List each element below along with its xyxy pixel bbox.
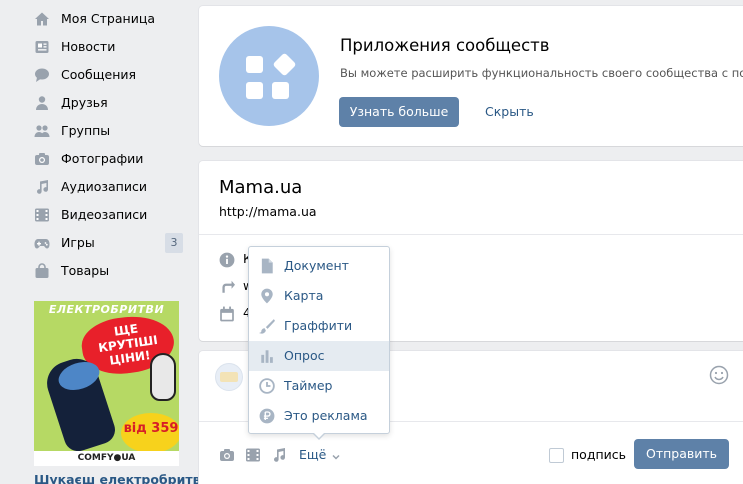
- attach-audio-music-note-icon[interactable]: [271, 447, 287, 463]
- learn-more-button[interactable]: Узнать больше: [339, 97, 459, 127]
- film-icon: [34, 207, 50, 223]
- penguin-mascot-image: [150, 353, 176, 401]
- sidebar-item-label: Новости: [61, 39, 116, 54]
- more-attachments-menu: Документ Карта Граффити Опрос Таймер Это…: [248, 246, 390, 434]
- news-icon: [34, 39, 50, 55]
- sidebar-item-messages[interactable]: Сообщения: [0, 61, 185, 89]
- sidebar-item-label: Видеозаписи: [61, 207, 148, 222]
- promo-title: Приложения сообществ: [340, 36, 550, 55]
- hide-link[interactable]: Скрыть: [485, 104, 534, 119]
- ad-banner[interactable]: ЕЛЕКТРОБРИТВИ ЩЕ КРУТІШІ ЦІНИ! від 359 C…: [34, 301, 179, 466]
- sidebar-item-label: Группы: [61, 123, 111, 138]
- sidebar-item-photos[interactable]: Фотографии: [0, 145, 185, 173]
- sidebar-item-games[interactable]: Игры 3: [0, 229, 185, 257]
- sidebar-item-goods[interactable]: Товары: [0, 257, 185, 285]
- sidebar-item-friends[interactable]: Друзья: [0, 89, 185, 117]
- menu-item-ad-mark[interactable]: Это реклама: [249, 401, 389, 431]
- ad-brand: COMFY●UA: [34, 451, 179, 466]
- menu-item-timer[interactable]: Таймер: [249, 371, 389, 401]
- sidebar-item-label: Игры: [61, 235, 95, 250]
- document-icon: [259, 258, 273, 274]
- menu-item-document[interactable]: Документ: [249, 251, 389, 281]
- emoji-smile-icon[interactable]: [709, 365, 729, 385]
- community-name: Mama.ua: [219, 177, 303, 198]
- more-attachments-link[interactable]: Ещё: [299, 447, 326, 462]
- ad-headline: ЕЛЕКТРОБРИТВИ: [48, 303, 165, 316]
- menu-item-poll[interactable]: Опрос: [249, 341, 389, 371]
- ad-price-text: від 359: [123, 421, 179, 436]
- avatar: [215, 363, 243, 391]
- sidebar-item-label: Товары: [61, 263, 110, 278]
- home-icon: [34, 11, 50, 27]
- apps-grid-icon: [219, 26, 319, 126]
- brush-icon: [259, 318, 275, 334]
- messages-icon: [34, 67, 50, 83]
- sidebar-item-audio[interactable]: Аудиозаписи: [0, 173, 185, 201]
- signature-checkbox[interactable]: [549, 448, 564, 463]
- sidebar-item-video[interactable]: Видеозаписи: [0, 201, 185, 229]
- calendar-icon: [219, 306, 234, 322]
- divider: [199, 234, 743, 235]
- community-url-link[interactable]: http://mama.ua: [219, 204, 317, 219]
- camera-icon: [34, 151, 50, 167]
- friends-icon: [34, 95, 50, 111]
- sidebar-item-label: Фотографии: [61, 151, 144, 166]
- ruble-icon: [259, 408, 275, 424]
- map-pin-icon: [259, 288, 273, 304]
- sidebar-item-news[interactable]: Новости: [0, 33, 185, 61]
- sidebar-item-label: Сообщения: [61, 67, 137, 82]
- sidebar-item-label: Друзья: [61, 95, 108, 110]
- sidebar-item-my-page[interactable]: Моя Страница: [0, 5, 185, 33]
- send-button[interactable]: Отправить: [634, 439, 729, 469]
- left-sidebar: Моя Страница Новости Сообщения Друзья Гр…: [0, 0, 216, 484]
- attach-video-film-icon[interactable]: [245, 447, 261, 463]
- info-icon: [219, 252, 235, 268]
- chevron-down-icon: [331, 450, 341, 460]
- sidebar-item-groups[interactable]: Группы: [0, 117, 185, 145]
- gamepad-icon: [34, 235, 50, 251]
- menu-pointer-arrow: [312, 432, 326, 440]
- attach-photo-camera-icon[interactable]: [219, 447, 235, 463]
- menu-item-map[interactable]: Карта: [249, 281, 389, 311]
- menu-item-graffiti[interactable]: Граффити: [249, 311, 389, 341]
- signature-label[interactable]: подпись: [571, 447, 626, 462]
- share-arrow-icon: [219, 279, 235, 293]
- timer-icon: [259, 378, 275, 394]
- promo-description: Вы можете расширить функциональность сво…: [340, 66, 743, 80]
- sidebar-item-label: Моя Страница: [61, 11, 155, 26]
- games-count-badge: 3: [165, 233, 183, 253]
- groups-icon: [34, 123, 50, 139]
- poll-icon: [259, 348, 273, 363]
- sidebar-item-label: Аудиозаписи: [61, 179, 147, 194]
- music-note-icon: [34, 179, 50, 195]
- ad-caption-link[interactable]: Шукаєш електробритву?: [34, 472, 216, 484]
- shopping-bag-icon: [34, 263, 50, 279]
- community-apps-promo: Приложения сообществ Вы можете расширить…: [199, 6, 743, 146]
